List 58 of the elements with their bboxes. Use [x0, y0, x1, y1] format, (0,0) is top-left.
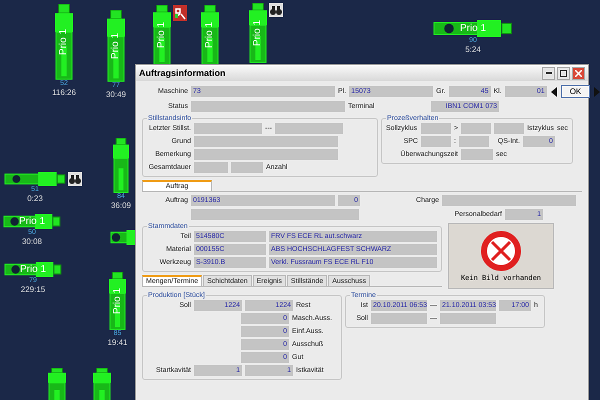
input-field[interactable]	[461, 123, 492, 134]
machine-label: Prio 1	[205, 22, 215, 48]
close-button[interactable]	[572, 66, 585, 80]
input-field[interactable]	[191, 209, 359, 220]
machine-drawing	[201, 5, 219, 65]
maximize-button[interactable]	[557, 66, 570, 80]
machine-drawing	[93, 368, 111, 400]
machine-label: Prio 1	[59, 28, 69, 56]
machine-time: 30:49	[106, 90, 126, 99]
input-field[interactable]	[194, 123, 262, 134]
input-field[interactable]	[231, 162, 263, 173]
ok-button[interactable]: OK	[560, 85, 590, 98]
machine-time: 116:26	[52, 88, 76, 97]
input-field[interactable]	[194, 149, 338, 160]
close-icon	[575, 70, 582, 76]
input-field[interactable]	[275, 123, 343, 134]
machine-drawing	[249, 3, 267, 63]
no-image-icon	[481, 230, 521, 270]
machine-label: Prio 1	[460, 24, 486, 34]
machine-label: Prio 1	[18, 216, 46, 226]
right-triangle-icon	[594, 86, 600, 96]
machine-time: 5:24	[465, 45, 481, 54]
machine-drawing	[48, 368, 66, 400]
machine-drawing	[4, 262, 62, 277]
machine-drawing	[153, 5, 171, 65]
machine-drawing	[4, 172, 66, 186]
maximize-icon	[560, 70, 567, 76]
input-field[interactable]	[194, 136, 338, 147]
next-button[interactable]	[593, 86, 600, 96]
machine-time: 19:41	[107, 338, 128, 347]
machine-drawing	[109, 272, 126, 330]
machine-label: Prio 1	[112, 288, 122, 314]
machine-label: Prio 1	[111, 32, 121, 60]
input-field[interactable]	[194, 162, 228, 173]
machine-drawing	[3, 214, 61, 229]
input-field[interactable]	[461, 149, 493, 160]
machine-label: Prio 1	[157, 22, 167, 48]
machine-time: 229:15	[20, 285, 46, 294]
machine-time: 36:09	[110, 201, 132, 210]
machine-drawing	[113, 138, 129, 193]
machine-drawing	[107, 10, 125, 82]
machine-time: 0:23	[27, 194, 43, 203]
minimize-icon	[546, 72, 552, 74]
input-field[interactable]	[191, 101, 345, 112]
input-field[interactable]	[494, 123, 524, 134]
input-field[interactable]	[458, 136, 489, 147]
input-field[interactable]	[440, 313, 496, 324]
input-field[interactable]	[421, 123, 451, 134]
machine-time: 30:08	[22, 237, 42, 246]
minimize-button[interactable]	[542, 66, 555, 80]
window-title: Auftragsinformation	[139, 68, 226, 78]
machine-label: Prio 1	[253, 20, 263, 46]
left-triangle-icon	[550, 86, 557, 96]
input-field[interactable]	[442, 195, 576, 206]
machine-label: Prio 1	[20, 264, 46, 274]
previous-button[interactable]	[550, 86, 558, 96]
input-field[interactable]	[371, 313, 427, 324]
input-field[interactable]	[421, 136, 451, 147]
